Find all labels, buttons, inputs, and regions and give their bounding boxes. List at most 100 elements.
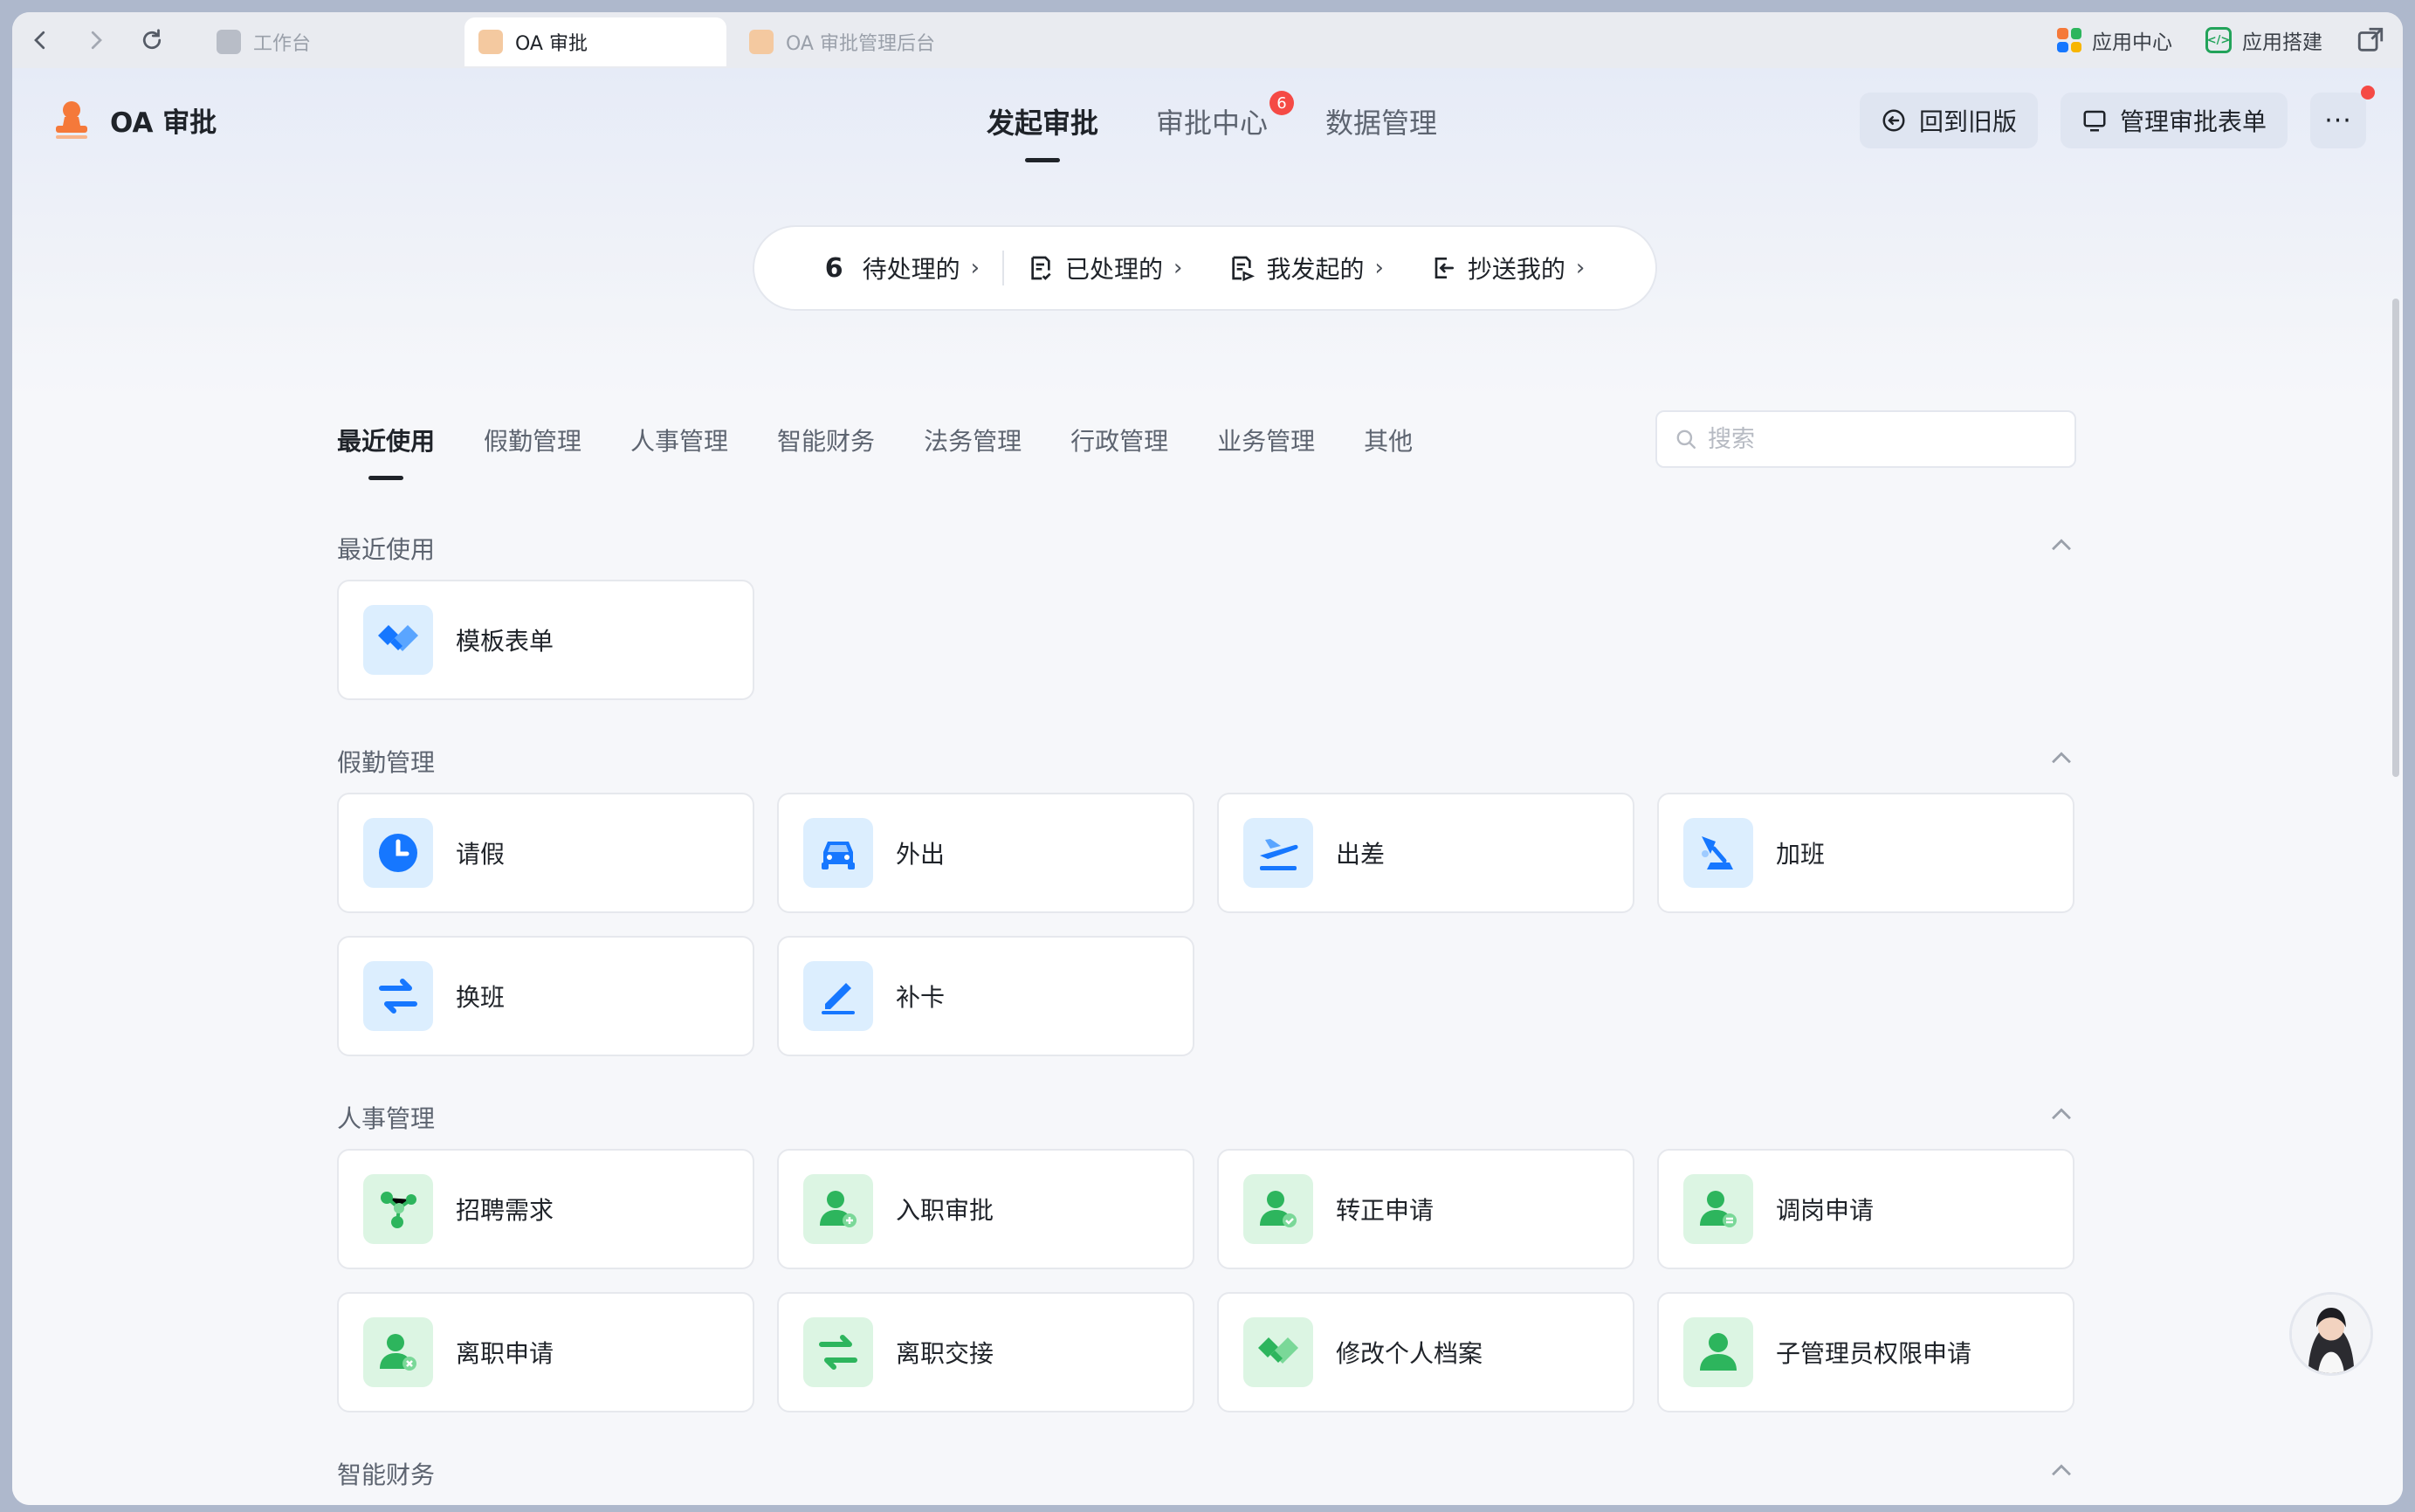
- chevron-up-icon[interactable]: [2047, 531, 2076, 560]
- browser-tab-workbench[interactable]: 工作台: [203, 17, 464, 66]
- tabbar-right: 应用中心 </> 应用搭建: [2057, 12, 2385, 68]
- user-add-icon: [803, 1174, 873, 1244]
- app-builder-button[interactable]: </> 应用搭建: [2205, 25, 2322, 55]
- notification-dot: [2361, 86, 2375, 100]
- browser-window: 工作台 OA 审批 OA 审批管理后台 应用中心 </> 应用搭建 OA 审批 …: [12, 12, 2403, 1505]
- reload-icon: [142, 29, 162, 50]
- more-icon: ···: [2324, 105, 2352, 136]
- initiated-link[interactable]: 我发起的 ›: [1205, 251, 1406, 285]
- search-box: [1655, 410, 2076, 468]
- stamp-icon: [56, 101, 87, 139]
- app-card-shift-swap[interactable]: 换班: [337, 936, 754, 1056]
- oa-logo-icon: [478, 30, 503, 54]
- back-circle-icon: [1882, 109, 1905, 132]
- plane-icon: [1243, 818, 1313, 888]
- more-button[interactable]: ···: [2310, 86, 2375, 148]
- category-tab-other[interactable]: 其他: [1364, 423, 1413, 457]
- app-logo: OA 审批: [52, 100, 217, 140]
- processed-link[interactable]: 已处理的 ›: [1004, 251, 1205, 285]
- app-card-transfer[interactable]: 调岗申请: [1657, 1149, 2074, 1269]
- manage-forms-button[interactable]: 管理审批表单: [2060, 93, 2288, 148]
- workbench-icon: [217, 30, 241, 54]
- back-button[interactable]: [12, 12, 68, 68]
- app-card-template-form[interactable]: 模板表单: [337, 580, 754, 700]
- doc-check-icon: [1031, 256, 1051, 280]
- app-card-clock-in-fix[interactable]: 补卡: [777, 936, 1194, 1056]
- chevron-right-icon: ›: [1374, 255, 1384, 281]
- app-card-outing[interactable]: 外出: [777, 793, 1194, 913]
- browser-tab-oa[interactable]: OA 审批: [464, 17, 726, 66]
- category-tab-finance[interactable]: 智能财务: [777, 423, 875, 457]
- chevron-right-icon: [91, 31, 102, 50]
- app-card-edit-profile[interactable]: 修改个人档案: [1217, 1292, 1634, 1412]
- chevron-up-icon[interactable]: [2047, 1456, 2076, 1486]
- app-grid-icon: [2057, 28, 2081, 52]
- old-version-button[interactable]: 回到旧版: [1859, 93, 2038, 148]
- category-tabs: 最近使用 假勤管理 人事管理 智能财务 法务管理 行政管理 业务管理 其他: [337, 423, 1413, 457]
- category-tab-business[interactable]: 业务管理: [1217, 423, 1315, 457]
- forward-button[interactable]: [68, 12, 124, 68]
- search-icon: [1676, 430, 1696, 449]
- external-window-icon: [2357, 27, 2384, 52]
- app-card-onboarding[interactable]: 入职审批: [777, 1149, 1194, 1269]
- open-external-button[interactable]: [2356, 25, 2385, 55]
- assistant-avatar[interactable]: [2289, 1292, 2373, 1376]
- monitor-icon: [2083, 110, 2106, 132]
- reload-button[interactable]: [124, 12, 180, 68]
- chevron-right-icon: ›: [970, 255, 980, 281]
- scrollbar[interactable]: [2392, 299, 2399, 777]
- user-check-icon: [1243, 1174, 1313, 1244]
- section-title-attendance: 假勤管理: [337, 748, 436, 777]
- category-tab-hr[interactable]: 人事管理: [630, 423, 728, 457]
- doc-send-icon: [1232, 256, 1256, 282]
- assistant-avatar-icon: [2292, 1295, 2370, 1373]
- section-title-finance: 智能财务: [337, 1460, 436, 1489]
- app-card-sub-admin-permission[interactable]: 子管理员权限申请: [1657, 1292, 2074, 1412]
- header-actions: 回到旧版 管理审批表单 ···: [1859, 86, 2375, 148]
- browser-tabbar: 工作台 OA 审批 OA 审批管理后台 应用中心 </> 应用搭建: [12, 12, 2403, 68]
- handshake-icon: [1243, 1317, 1313, 1387]
- main-tabs: 发起审批 审批中心 6 数据管理: [987, 91, 1437, 141]
- code-icon: </>: [2205, 27, 2232, 53]
- app-card-resignation[interactable]: 离职申请: [337, 1292, 754, 1412]
- section-title-hr: 人事管理: [337, 1104, 436, 1133]
- app-center-button[interactable]: 应用中心: [2057, 25, 2172, 55]
- tab-initiate-approval[interactable]: 发起审批: [987, 101, 1098, 141]
- section-title-recent: 最近使用: [337, 535, 436, 564]
- cc-link[interactable]: 抄送我的 ›: [1407, 251, 1607, 285]
- category-tab-attendance[interactable]: 假勤管理: [484, 423, 581, 457]
- app-card-regularization[interactable]: 转正申请: [1217, 1149, 1634, 1269]
- category-tab-admin[interactable]: 行政管理: [1070, 423, 1168, 457]
- car-icon: [803, 818, 873, 888]
- app-card-recruitment[interactable]: 招聘需求: [337, 1149, 754, 1269]
- search-input[interactable]: [1708, 425, 2057, 453]
- user-transfer-icon: [1683, 1174, 1753, 1244]
- chevron-up-icon[interactable]: [2047, 744, 2076, 773]
- chevron-left-icon: [34, 31, 45, 50]
- chevron-right-icon: ›: [1173, 255, 1183, 281]
- chevron-up-icon[interactable]: [2047, 1100, 2076, 1130]
- cc-import-icon: [1435, 258, 1454, 278]
- app-main: OA 审批 发起审批 审批中心 6 数据管理 回到旧版 管理审批表单 ··· 6…: [12, 68, 2403, 1505]
- app-card-handover[interactable]: 离职交接: [777, 1292, 1194, 1412]
- app-card-leave[interactable]: 请假: [337, 793, 754, 913]
- app-card-overtime[interactable]: 加班: [1657, 793, 2074, 913]
- pending-link[interactable]: 6 待处理的 ›: [802, 251, 1002, 285]
- tab-data-management[interactable]: 数据管理: [1325, 101, 1437, 141]
- swap-icon: [363, 961, 433, 1031]
- chevron-right-icon: ›: [1575, 255, 1586, 281]
- browser-tab-oa-admin[interactable]: OA 审批管理后台: [735, 17, 997, 66]
- swap-icon: [803, 1317, 873, 1387]
- handshake-icon: [363, 605, 433, 675]
- network-icon: [363, 1174, 433, 1244]
- pending-count: 6: [824, 252, 843, 284]
- clock-icon: [363, 818, 433, 888]
- category-tab-recent[interactable]: 最近使用: [337, 423, 435, 457]
- status-summary: 6 待处理的 › 已处理的 › 我发起的 › 抄送我的 ›: [753, 225, 1657, 311]
- approval-center-badge: 6: [1269, 91, 1295, 115]
- category-tab-legal[interactable]: 法务管理: [924, 423, 1022, 457]
- tab-approval-center[interactable]: 审批中心 6: [1156, 91, 1295, 141]
- oa-admin-logo-icon: [749, 30, 774, 54]
- app-card-business-trip[interactable]: 出差: [1217, 793, 1634, 913]
- pen-icon: [803, 961, 873, 1031]
